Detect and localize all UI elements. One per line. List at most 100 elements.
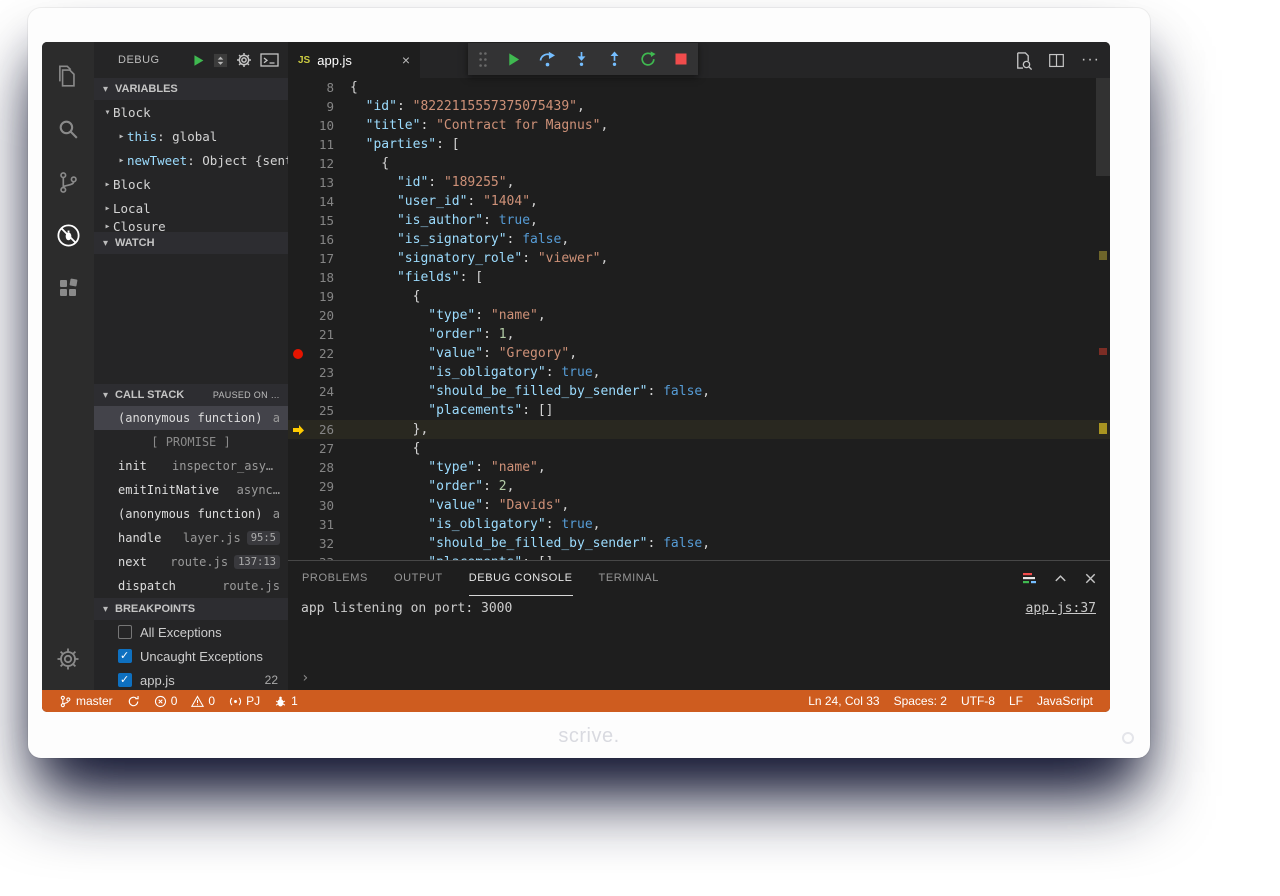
start-debugging-icon[interactable] [192, 54, 205, 67]
activity-item-extensions[interactable] [42, 264, 94, 317]
watch-section-header[interactable]: WATCH [94, 232, 288, 254]
activity-item-source-control[interactable] [42, 158, 94, 211]
open-find-icon[interactable] [1013, 51, 1032, 70]
breakpoint-gutter[interactable] [288, 97, 308, 116]
variables-section-header[interactable]: VARIABLES [94, 78, 288, 100]
breakpoint-gutter[interactable] [288, 477, 308, 496]
variable-row[interactable]: Block [94, 172, 288, 196]
more-actions-icon[interactable]: ··· [1081, 51, 1100, 69]
stack-frame[interactable]: handlelayer.js95:5 [94, 526, 288, 550]
open-launch-config-icon[interactable] [236, 52, 252, 68]
breakpoint-gutter[interactable] [288, 458, 308, 477]
breakpoint-gutter[interactable] [288, 135, 308, 154]
breakpoint-gutter[interactable] [288, 154, 308, 173]
breakpoint-gutter[interactable] [288, 287, 308, 306]
breakpoint-row[interactable]: app.js22 [94, 668, 288, 690]
status-encoding[interactable]: UTF-8 [954, 690, 1002, 712]
stack-frame[interactable]: initinspector_async_… [94, 454, 288, 478]
error-icon [154, 695, 167, 708]
activity-item-search[interactable] [42, 105, 94, 158]
settings-gear-icon[interactable] [42, 636, 94, 682]
activity-item-explorer[interactable] [42, 52, 94, 105]
overview-ruler[interactable] [1096, 78, 1110, 560]
status-eol[interactable]: LF [1002, 690, 1030, 712]
variable-row[interactable]: Closure [94, 220, 288, 232]
variable-row[interactable]: newTweet: Object {sent_ [94, 148, 288, 172]
status-debug-count[interactable]: 1 [267, 690, 305, 712]
status-cursor-position[interactable]: Ln 24, Col 33 [801, 690, 886, 712]
status-branch[interactable]: master [52, 690, 120, 712]
breakpoint-gutter[interactable] [288, 363, 308, 382]
breakpoint-gutter[interactable] [288, 515, 308, 534]
panel-tab-debug-console[interactable]: DEBUG CONSOLE [469, 561, 573, 596]
continue-button[interactable] [506, 52, 521, 67]
scrollbar-thumb[interactable] [1096, 78, 1110, 176]
code-editor[interactable]: 8{9 "id": "8222115557375075439",10 "titl… [288, 78, 1110, 560]
panel-tab-terminal[interactable]: TERMINAL [599, 561, 659, 596]
breakpoint-checkbox[interactable] [118, 673, 132, 687]
stop-button[interactable] [674, 52, 688, 66]
breakpoint-gutter[interactable] [288, 439, 308, 458]
debug-config-select-icon[interactable] [213, 52, 228, 69]
breakpoint-gutter[interactable] [288, 534, 308, 553]
console-filter-icon[interactable] [1022, 572, 1038, 586]
breakpoint-gutter[interactable] [288, 382, 308, 401]
panel-tab-problems[interactable]: PROBLEMS [302, 561, 368, 596]
variable-row[interactable]: Local [94, 196, 288, 220]
breakpoints-section-header[interactable]: BREAKPOINTS [94, 598, 288, 620]
variable-row[interactable]: Block [94, 100, 288, 124]
device-frame: DEBUG VARIABLES Blockthis: globalnewTwee… [28, 8, 1150, 758]
step-over-button[interactable] [539, 51, 556, 67]
breakpoint-gutter[interactable] [288, 173, 308, 192]
restart-button[interactable] [640, 51, 656, 67]
breakpoint-gutter[interactable] [288, 116, 308, 135]
breakpoint-gutter[interactable] [288, 553, 308, 560]
breakpoint-gutter[interactable] [288, 211, 308, 230]
breakpoint-gutter[interactable] [288, 325, 308, 344]
panel-tab-output[interactable]: OUTPUT [394, 561, 443, 596]
stack-frame[interactable]: (anonymous function)a [94, 502, 288, 526]
stack-frame[interactable]: (anonymous function)a [94, 406, 288, 430]
maximize-panel-icon[interactable] [1053, 571, 1068, 586]
async-separator[interactable]: [ PROMISE ] [94, 430, 288, 454]
code-line: 13 "id": "189255", [288, 173, 1110, 192]
breakpoint-gutter[interactable] [288, 268, 308, 287]
tab-app-js[interactable]: JS app.js [288, 42, 420, 78]
breakpoint-row[interactable]: Uncaught Exceptions [94, 644, 288, 668]
status-ports[interactable]: PJ [222, 690, 267, 712]
variable-row[interactable]: this: global [94, 124, 288, 148]
step-into-button[interactable] [574, 51, 589, 67]
breakpoint-dot[interactable] [288, 344, 308, 363]
status-language[interactable]: JavaScript [1030, 690, 1100, 712]
toolbar-grip[interactable] [478, 51, 488, 68]
status-indentation[interactable]: Spaces: 2 [887, 690, 954, 712]
stack-frame[interactable]: nextroute.js137:13 [94, 550, 288, 574]
breakpoint-gutter[interactable] [288, 230, 308, 249]
breakpoint-gutter[interactable] [288, 78, 308, 97]
call-stack-section-header[interactable]: CALL STACK PAUSED ON … [94, 384, 288, 406]
debug-console[interactable]: app listening on port: 3000 app.js:37 [288, 601, 1110, 696]
close-panel-icon[interactable] [1083, 571, 1098, 586]
console-input-prompt[interactable]: › [301, 670, 309, 686]
split-editor-icon[interactable] [1048, 52, 1065, 69]
console-source-link[interactable]: app.js:37 [1026, 601, 1096, 616]
breakpoint-gutter[interactable] [288, 401, 308, 420]
breakpoint-gutter[interactable] [288, 249, 308, 268]
stack-frame[interactable]: emitInitNativeasync… [94, 478, 288, 502]
stack-frame[interactable]: dispatchroute.js [94, 574, 288, 598]
breakpoint-gutter[interactable] [288, 192, 308, 211]
breakpoint-row[interactable]: All Exceptions [94, 620, 288, 644]
current-line-arrow[interactable] [288, 420, 308, 439]
breakpoint-checkbox[interactable] [118, 649, 132, 663]
toggle-debug-console-icon[interactable] [260, 52, 279, 68]
breakpoint-checkbox[interactable] [118, 625, 132, 639]
status-warnings[interactable]: 0 [184, 690, 222, 712]
close-tab-icon[interactable] [402, 52, 410, 68]
status-errors[interactable]: 0 [147, 690, 185, 712]
status-sync[interactable] [120, 690, 147, 712]
sidebar-title: DEBUG [118, 54, 160, 66]
breakpoint-gutter[interactable] [288, 496, 308, 515]
breakpoint-gutter[interactable] [288, 306, 308, 325]
step-out-button[interactable] [607, 51, 622, 67]
activity-item-debug[interactable] [42, 211, 94, 264]
